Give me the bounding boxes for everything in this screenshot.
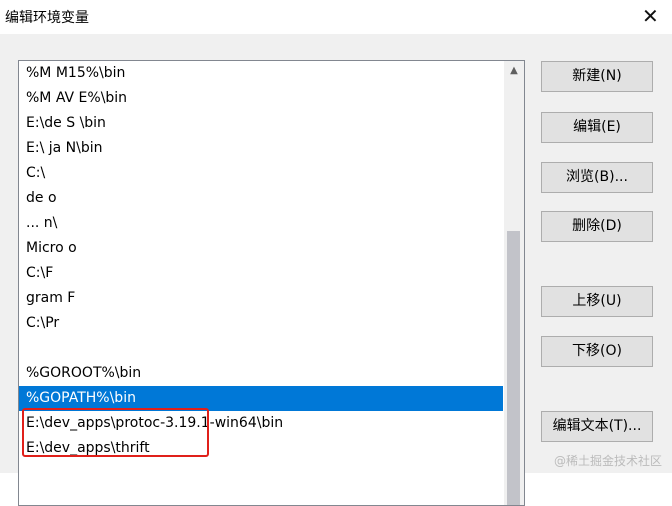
env-variable-row[interactable]: Micro o — [19, 236, 503, 261]
env-variable-row[interactable]: gram F — [19, 286, 503, 311]
scroll-thumb[interactable] — [507, 231, 520, 505]
delete-button[interactable]: 删除(D) — [541, 211, 653, 242]
browse-button[interactable]: 浏览(B)... — [541, 162, 653, 193]
env-variable-row[interactable]: %M M15%\bin — [19, 61, 503, 86]
move-down-button[interactable]: 下移(O) — [541, 336, 653, 367]
env-variable-row[interactable]: C:\Pr — [19, 311, 503, 336]
title-bar: 编辑环境变量 ✕ — [0, 0, 672, 34]
env-variable-row[interactable] — [19, 336, 503, 361]
env-variable-row[interactable]: de o — [19, 186, 503, 211]
env-variable-row[interactable]: C:\F — [19, 261, 503, 286]
edit-button[interactable]: 编辑(E) — [541, 112, 653, 143]
close-icon: ✕ — [642, 4, 659, 28]
env-variable-row[interactable]: %GOROOT%\bin — [19, 361, 503, 386]
env-variable-row[interactable]: %M AV E%\bin — [19, 86, 503, 111]
highlight-annotation-box — [22, 408, 209, 457]
env-variable-row[interactable]: ... n\ — [19, 211, 503, 236]
watermark: @稀土掘金技术社区 — [553, 454, 662, 468]
vertical-scrollbar[interactable]: ▲ — [504, 61, 524, 505]
new-button[interactable]: 新建(N) — [541, 61, 653, 92]
env-variable-row[interactable]: C:\ — [19, 161, 503, 186]
dialog-body: %M M15%\bin %M AV E%\bin E:\de S \bin E:\ j… — [0, 34, 672, 506]
move-up-button[interactable]: 上移(U) — [541, 286, 653, 317]
close-button[interactable]: ✕ — [626, 0, 672, 34]
edit-text-button[interactable]: 编辑文本(T)... — [541, 411, 653, 442]
window-title: 编辑环境变量 — [5, 10, 89, 26]
env-variable-row[interactable]: E:\de S \bin — [19, 111, 503, 136]
env-variable-row[interactable]: E:\ ja N\bin — [19, 136, 503, 161]
scroll-up-icon[interactable]: ▲ — [504, 61, 524, 81]
